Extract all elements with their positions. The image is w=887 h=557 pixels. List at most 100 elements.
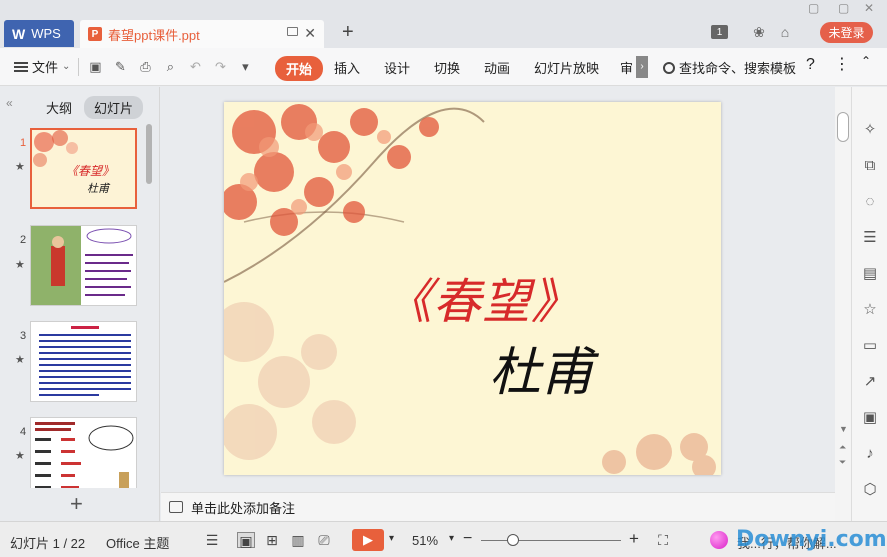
next-slide-icon[interactable]: ⏷ [839,457,846,468]
panel-scrollbar[interactable] [146,124,152,184]
zoom-out-icon[interactable]: − [463,530,472,548]
file-menu[interactable]: 文件 ⌄ [14,57,70,76]
slide-thumb-3[interactable] [30,321,137,402]
restore-icon[interactable]: ▢ [838,1,849,15]
wps-logo-icon: W [12,25,26,42]
audio-icon[interactable]: ♪ [861,445,879,463]
prev-slide-icon[interactable]: ⏶ [839,442,846,453]
thumb-title: 《春望》 [66,164,115,178]
help-icon[interactable]: ? [806,56,815,74]
tab-design[interactable]: 设计 [384,58,410,77]
print-icon[interactable]: ⎙ [136,58,154,76]
tab-review[interactable]: 审 [620,58,633,77]
slide-thumb-2[interactable] [30,225,137,306]
slide-thumb-4[interactable] [30,417,137,488]
wps-home-tab[interactable]: W WPS [4,20,74,47]
slide-author[interactable]: 杜甫 [489,330,593,405]
notes-toggle-icon[interactable]: ☰ [203,532,221,548]
print-preview-icon[interactable]: ⌕ [161,58,179,76]
slide-counter: 幻灯片 1 / 22 [10,536,86,551]
animation-star-icon: ★ [15,354,25,366]
notes-pane[interactable]: 单击此处添加备注 [161,492,835,521]
picture-icon[interactable]: ▣ [861,409,879,427]
scroll-thumb[interactable] [837,112,849,142]
slide-number: 1 [20,137,27,149]
login-button[interactable]: 未登录 [820,22,873,43]
collapse-ribbon-icon[interactable]: ⌃ [861,54,871,68]
shield-icon[interactable]: ⬡ [861,481,879,499]
status-bar: 幻灯片 1 / 22 Office 主题 ☰ ▣ ⊞ ▥ ⎚ ▶ ▾ 51% ▾… [0,521,887,557]
ppt-file-icon: P [88,27,102,41]
adjust-icon[interactable]: ☰ [861,229,879,247]
watermark-logo: Downyi.com [736,527,887,552]
command-search[interactable]: 查找命令、搜索模板 [663,58,796,77]
more-icon[interactable]: ⋮ [834,54,850,74]
divider [78,57,80,76]
slide-number: 3 [20,330,27,342]
scroll-down-arrow-icon[interactable]: ▼ [839,424,848,434]
animation-star-icon: ★ [15,161,25,173]
play-slideshow-button[interactable]: ▶ [352,529,384,551]
search-label: 查找命令、搜索模板 [679,61,797,76]
chevron-down-icon: ⌄ [62,61,71,72]
shapes-icon[interactable]: ◌ [861,193,879,211]
skin-icon[interactable]: ❀ [751,24,767,40]
fit-window-icon[interactable]: ⛶ [654,532,672,548]
add-slide-button[interactable]: + [70,491,83,517]
shirt-icon[interactable]: ⌂ [777,24,793,40]
format-painter-icon[interactable]: ✎ [111,58,129,76]
slide4-thumb-image [35,422,134,488]
document-tab[interactable]: P 春望ppt课件.ppt ✕ [80,20,324,48]
tab-outline[interactable]: 大纲 [46,98,72,117]
collapse-panel-icon[interactable]: « [6,96,13,110]
canvas-vertical-scrollbar[interactable]: ▼ ⏶ ⏷ [835,87,851,521]
screen-icon[interactable] [287,27,298,36]
normal-view-icon[interactable]: ▣ [237,532,255,549]
copy-icon[interactable]: ⧉ [861,157,879,175]
save-icon[interactable]: ▣ [86,58,104,76]
zoom-level[interactable]: 51% [412,533,438,548]
new-tab-button[interactable]: + [342,21,354,44]
reading-view-icon[interactable]: ▥ [289,532,307,548]
window-count-badge[interactable]: 1 [711,25,728,39]
more-dropdown-icon[interactable]: ▾ [236,58,254,76]
ribbon-scroll-right-icon[interactable]: › [636,56,648,78]
slide-canvas: 《春望》 杜甫 [161,87,835,492]
tab-transition[interactable]: 切换 [434,58,460,77]
slide-thumb-1[interactable]: 《春望》 杜甫 [30,128,137,209]
notes-icon [169,501,183,513]
zoom-dropdown-icon[interactable]: ▾ [449,533,454,544]
tab-home[interactable]: 开始 [275,56,324,81]
minimize-icon[interactable]: ▢ [808,1,819,15]
slide-number: 4 [20,426,27,438]
presenter-view-icon[interactable]: ⎚ [315,532,333,548]
magic-star-icon[interactable]: ✧ [861,121,879,139]
play-dropdown-icon[interactable]: ▾ [389,533,394,544]
undo-icon[interactable]: ↶ [186,58,204,76]
slide-title[interactable]: 《春望》 [384,262,580,332]
assistant-ball-icon[interactable] [710,531,728,549]
slide-sorter-icon[interactable]: ⊞ [263,532,281,548]
tab-slides[interactable]: 幻灯片 [84,96,144,119]
slide-panel: « 大纲 幻灯片 1 ★ 《春望》 杜甫 2 ★ 3 ★ 4 ★ + [0,87,160,521]
close-tab-icon[interactable]: ✕ [304,25,316,42]
tab-animation[interactable]: 动画 [484,58,510,77]
current-slide[interactable]: 《春望》 杜甫 [224,102,721,475]
redo-icon[interactable]: ↷ [211,58,229,76]
slide-thumbnails: 1 ★ 《春望》 杜甫 2 ★ 3 ★ 4 ★ [0,124,152,488]
archive-icon[interactable]: ▭ [861,337,879,355]
zoom-slider-track[interactable] [481,540,621,541]
image-library-icon[interactable]: ▤ [861,265,879,283]
share-icon[interactable]: ↗ [861,373,879,391]
title-bar: ▢ ▢ ✕ W WPS P 春望ppt课件.ppt ✕ + 1 ❀ ⌂ 未登录 [0,0,887,48]
animation-star-icon: ★ [15,259,25,271]
tab-insert[interactable]: 插入 [334,58,360,77]
favorite-star-icon[interactable]: ☆ [861,301,879,319]
zoom-in-icon[interactable]: + [629,529,639,549]
theme-name[interactable]: Office 主题 [106,533,169,552]
hamburger-icon [14,61,28,72]
zoom-slider-knob[interactable] [507,534,519,546]
tab-slideshow[interactable]: 幻灯片放映 [534,58,599,77]
slide-number: 2 [20,234,27,246]
close-window-icon[interactable]: ✕ [864,1,874,15]
